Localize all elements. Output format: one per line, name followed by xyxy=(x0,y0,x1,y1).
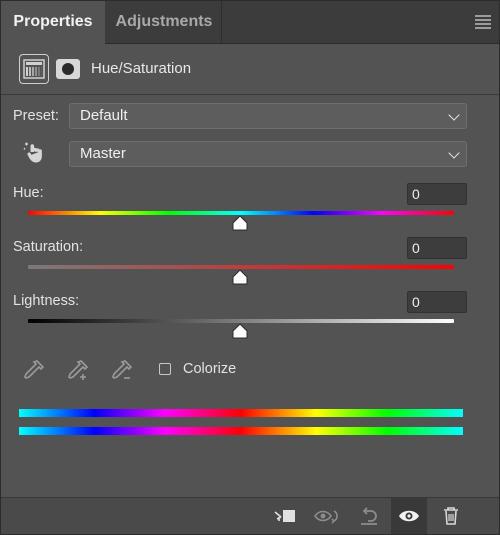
lightness-label: Lightness: xyxy=(13,293,80,309)
targeted-adjustment-hand-icon[interactable] xyxy=(23,141,47,165)
input-spectrum-bar xyxy=(19,409,463,417)
hue-saturation-layer-icon[interactable] xyxy=(19,54,49,84)
channel-dropdown[interactable]: Master xyxy=(69,141,467,167)
properties-footer xyxy=(1,497,499,534)
chevron-down-icon xyxy=(448,109,460,121)
tab-properties[interactable]: Properties xyxy=(1,1,105,44)
view-previous-state-icon[interactable] xyxy=(309,498,345,534)
hue-input[interactable]: 0 xyxy=(407,183,467,205)
properties-panel: Properties Adjustments Hue/Saturation Pr… xyxy=(0,0,500,535)
lightness-slider-thumb[interactable] xyxy=(232,323,248,339)
output-spectrum-bar xyxy=(19,427,463,435)
colorize-label[interactable]: Colorize xyxy=(183,361,236,377)
layer-mask-icon[interactable] xyxy=(56,59,80,79)
trash-icon[interactable] xyxy=(433,498,469,534)
eyedropper-icon[interactable] xyxy=(21,357,47,383)
channel-value: Master xyxy=(80,145,126,162)
tab-adjustments[interactable]: Adjustments xyxy=(107,1,222,43)
saturation-slider-thumb[interactable] xyxy=(232,269,248,285)
eyedropper-add-icon[interactable] xyxy=(65,357,91,383)
clip-to-layer-icon[interactable] xyxy=(267,498,303,534)
saturation-input[interactable]: 0 xyxy=(407,237,467,259)
panel-menu-icon[interactable] xyxy=(475,15,491,29)
saturation-label: Saturation: xyxy=(13,239,84,255)
panel-tab-bar: Properties Adjustments xyxy=(1,1,499,44)
hue-label: Hue: xyxy=(13,185,44,201)
preset-value: Default xyxy=(80,107,128,124)
visibility-eye-icon[interactable] xyxy=(391,498,427,534)
properties-header: Hue/Saturation xyxy=(1,44,499,95)
eyedropper-subtract-icon[interactable] xyxy=(109,357,135,383)
adjustment-title: Hue/Saturation xyxy=(91,60,192,77)
lightness-input[interactable]: 0 xyxy=(407,291,467,313)
preset-dropdown[interactable]: Default xyxy=(69,103,467,129)
chevron-down-icon xyxy=(448,147,460,159)
colorize-checkbox[interactable] xyxy=(159,363,171,375)
reset-icon[interactable] xyxy=(351,498,387,534)
preset-label: Preset: xyxy=(13,108,59,124)
hue-slider-thumb[interactable] xyxy=(232,215,248,231)
